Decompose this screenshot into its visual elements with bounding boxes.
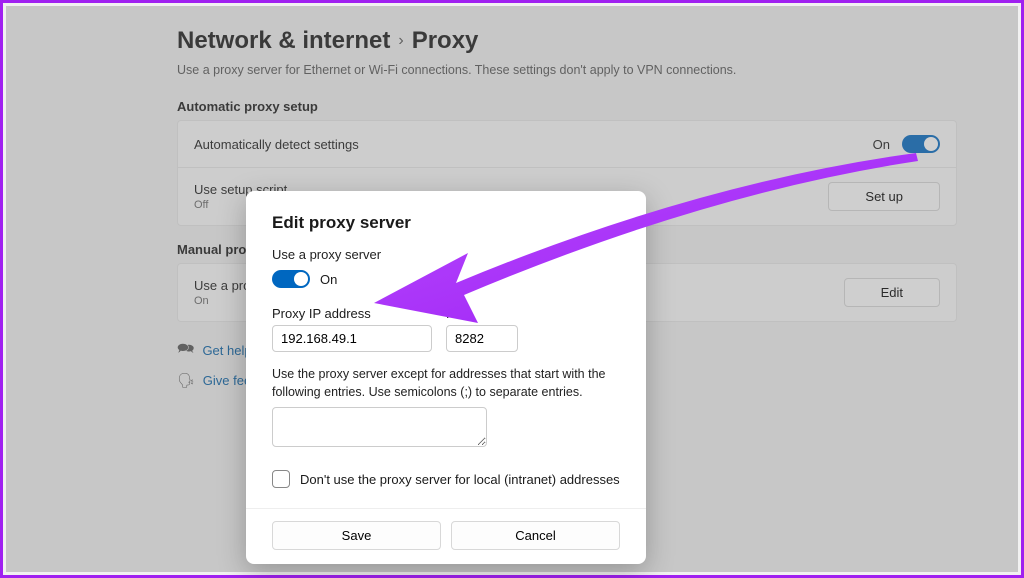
auto-detect-toggle[interactable]: [902, 135, 940, 153]
auto-proxy-section-label: Automatic proxy setup: [177, 99, 957, 114]
port-label: Port: [446, 306, 518, 321]
auto-detect-row: Automatically detect settings On: [178, 121, 956, 168]
dialog-proxy-toggle[interactable]: [272, 270, 310, 288]
get-help-label: Get help: [202, 343, 251, 358]
edit-button[interactable]: Edit: [844, 278, 940, 307]
save-button[interactable]: Save: [272, 521, 441, 550]
feedback-icon: 🗣: [177, 372, 195, 389]
auto-detect-label: Automatically detect settings: [194, 137, 873, 152]
help-icon: 🗪: [177, 338, 194, 362]
dialog-use-proxy-label: Use a proxy server: [272, 247, 620, 262]
dialog-toggle-status: On: [320, 272, 337, 287]
chevron-right-icon: ›: [398, 32, 403, 50]
exceptions-description: Use the proxy server except for addresse…: [272, 366, 620, 401]
dialog-title: Edit proxy server: [272, 213, 620, 233]
setup-button[interactable]: Set up: [828, 182, 940, 211]
local-bypass-label: Don't use the proxy server for local (in…: [300, 472, 620, 487]
page-subtitle: Use a proxy server for Ethernet or Wi-Fi…: [177, 63, 957, 77]
cancel-button[interactable]: Cancel: [451, 521, 620, 550]
edit-proxy-dialog: Edit proxy server Use a proxy server On …: [246, 191, 646, 564]
local-bypass-checkbox[interactable]: [272, 470, 290, 488]
proxy-port-input[interactable]: [446, 325, 518, 352]
proxy-ip-input[interactable]: [272, 325, 432, 352]
breadcrumb: Network & internet › Proxy: [177, 27, 957, 55]
breadcrumb-parent[interactable]: Network & internet: [177, 27, 390, 55]
auto-detect-status: On: [873, 137, 890, 152]
exceptions-input[interactable]: [272, 407, 487, 447]
ip-label: Proxy IP address: [272, 306, 432, 321]
breadcrumb-current: Proxy: [412, 27, 479, 55]
